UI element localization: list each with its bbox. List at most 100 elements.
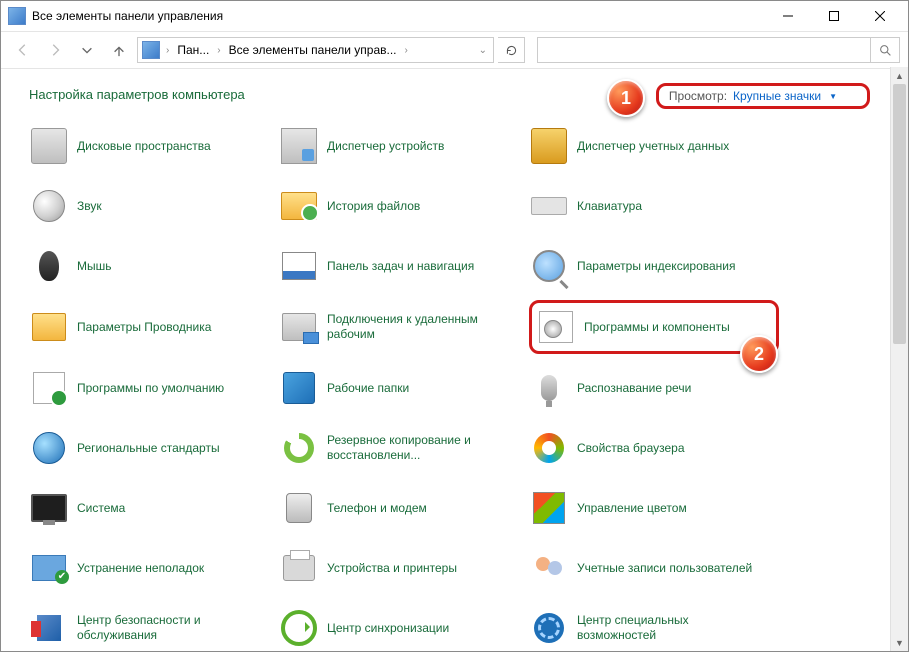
control-panel-item[interactable]: Свойства браузера bbox=[529, 422, 779, 474]
view-label: Просмотр: bbox=[669, 89, 727, 103]
ico-system-icon bbox=[31, 490, 67, 526]
control-panel-item[interactable]: Диспетчер устройств bbox=[279, 120, 529, 172]
item-label: Диспетчер учетных данных bbox=[577, 139, 729, 154]
ico-color-icon bbox=[531, 490, 567, 526]
control-panel-item[interactable]: Дисковые пространства bbox=[29, 120, 279, 172]
item-label: Региональные стандарты bbox=[77, 441, 220, 456]
navbar: › Пан... › Все элементы панели управ... … bbox=[1, 32, 908, 69]
breadcrumb-segment[interactable]: Пан... bbox=[175, 43, 211, 57]
item-label: Диспетчер устройств bbox=[327, 139, 444, 154]
item-label: Мышь bbox=[77, 259, 112, 274]
item-label: Параметры Проводника bbox=[77, 320, 211, 335]
window-title: Все элементы панели управления bbox=[32, 9, 765, 23]
ico-backup-icon bbox=[281, 430, 317, 466]
content-area: Настройка параметров компьютера Просмотр… bbox=[1, 69, 908, 651]
search-input[interactable] bbox=[537, 37, 871, 63]
item-label: Распознавание речи bbox=[577, 381, 691, 396]
ico-users-icon bbox=[531, 550, 567, 586]
ico-security-icon bbox=[31, 610, 67, 646]
control-panel-item[interactable]: Параметры индексирования bbox=[529, 240, 779, 292]
ico-sync-icon bbox=[281, 610, 317, 646]
control-panel-item[interactable]: Учетные записи пользователей bbox=[529, 542, 779, 594]
titlebar: Все элементы панели управления bbox=[1, 1, 908, 32]
scroll-down-button[interactable]: ▼ bbox=[891, 634, 908, 651]
ico-remote-icon bbox=[281, 309, 317, 345]
control-panel-item[interactable]: Управление цветом bbox=[529, 482, 779, 534]
control-panel-item[interactable]: Телефон и модем bbox=[279, 482, 529, 534]
control-panel-item[interactable]: Региональные стандарты bbox=[29, 422, 279, 474]
item-label: Программы и компоненты bbox=[584, 320, 730, 335]
ico-taskbar-icon bbox=[281, 248, 317, 284]
chevron-down-icon: ▼ bbox=[829, 92, 837, 101]
item-label: Звук bbox=[77, 199, 102, 214]
control-panel-item[interactable]: Программы по умолчанию bbox=[29, 362, 279, 414]
item-label: Устранение неполадок bbox=[77, 561, 204, 576]
ico-folder-icon bbox=[281, 188, 317, 224]
recent-locations-button[interactable] bbox=[73, 36, 101, 64]
search-button[interactable] bbox=[871, 37, 900, 63]
control-panel-item[interactable]: Звук bbox=[29, 180, 279, 232]
ico-sound-icon bbox=[31, 188, 67, 224]
ico-phone-icon bbox=[281, 490, 317, 526]
address-bar[interactable]: › Пан... › Все элементы панели управ... … bbox=[137, 37, 494, 63]
breadcrumb-segment[interactable]: Все элементы панели управ... bbox=[227, 43, 399, 57]
item-label: Резервное копирование и восстановлени... bbox=[327, 433, 507, 463]
ico-disk-icon bbox=[31, 128, 67, 164]
ico-keyboard-icon bbox=[531, 188, 567, 224]
control-panel-item[interactable]: Центр синхронизации bbox=[279, 602, 529, 652]
scroll-up-button[interactable]: ▲ bbox=[891, 67, 908, 84]
minimize-button[interactable] bbox=[765, 1, 811, 31]
item-label: Свойства браузера bbox=[577, 441, 685, 456]
control-panel-item[interactable]: Распознавание речи bbox=[529, 362, 779, 414]
view-selector[interactable]: Просмотр: Крупные значки ▼ bbox=[656, 83, 870, 109]
ico-explorer-icon bbox=[31, 309, 67, 345]
control-panel-item[interactable]: Мышь bbox=[29, 240, 279, 292]
item-label: Устройства и принтеры bbox=[327, 561, 457, 576]
back-button[interactable] bbox=[9, 36, 37, 64]
control-panel-item[interactable]: Резервное копирование и восстановлени... bbox=[279, 422, 529, 474]
control-panel-item[interactable]: Устройства и принтеры bbox=[279, 542, 529, 594]
app-icon bbox=[8, 7, 26, 25]
close-button[interactable] bbox=[857, 1, 903, 31]
control-panel-item[interactable]: История файлов bbox=[279, 180, 529, 232]
item-label: Рабочие папки bbox=[327, 381, 409, 396]
item-label: Программы по умолчанию bbox=[77, 381, 224, 396]
ico-workfolders-icon bbox=[281, 370, 317, 406]
control-panel-item[interactable]: Система bbox=[29, 482, 279, 534]
ico-mouse-icon bbox=[31, 248, 67, 284]
ico-printers-icon bbox=[281, 550, 317, 586]
ico-access-icon bbox=[531, 610, 567, 646]
ico-region-icon bbox=[31, 430, 67, 466]
control-panel-item[interactable]: Параметры Проводника bbox=[29, 300, 279, 354]
control-panel-item[interactable]: Центр безопасности и обслуживания bbox=[29, 602, 279, 652]
item-label: Панель задач и навигация bbox=[327, 259, 474, 274]
breadcrumb-icon bbox=[142, 41, 160, 59]
forward-button[interactable] bbox=[41, 36, 69, 64]
refresh-button[interactable] bbox=[498, 37, 525, 63]
up-button[interactable] bbox=[105, 36, 133, 64]
annotation-marker-2: 2 bbox=[740, 335, 778, 373]
maximize-button[interactable] bbox=[811, 1, 857, 31]
annotation-marker-1: 1 bbox=[607, 79, 645, 117]
ico-creds-icon bbox=[531, 128, 567, 164]
ico-browser-icon bbox=[531, 430, 567, 466]
control-panel-item[interactable]: Рабочие папки bbox=[279, 362, 529, 414]
control-panel-item[interactable]: Диспетчер учетных данных bbox=[529, 120, 779, 172]
control-panel-item[interactable]: Панель задач и навигация bbox=[279, 240, 529, 292]
control-panel-window: Все элементы панели управления › Пан... … bbox=[0, 0, 909, 652]
chevron-down-icon[interactable]: ⌄ bbox=[477, 45, 489, 56]
item-label: Параметры индексирования bbox=[577, 259, 735, 274]
item-label: Учетные записи пользователей bbox=[577, 561, 752, 576]
ico-troubleshoot-icon bbox=[31, 550, 67, 586]
vertical-scrollbar[interactable]: ▲ ▼ bbox=[890, 67, 908, 651]
control-panel-item[interactable]: Подключения к удаленным рабочим bbox=[279, 300, 529, 354]
item-label: Подключения к удаленным рабочим bbox=[327, 312, 507, 342]
control-panel-item[interactable]: Устранение неполадок bbox=[29, 542, 279, 594]
ico-index-icon bbox=[531, 248, 567, 284]
item-label: Управление цветом bbox=[577, 501, 687, 516]
ico-speech-icon bbox=[531, 370, 567, 406]
control-panel-item[interactable]: Центр специальных возможностей bbox=[529, 602, 779, 652]
scroll-thumb[interactable] bbox=[893, 84, 906, 344]
control-panel-item[interactable]: Клавиатура bbox=[529, 180, 779, 232]
item-label: Клавиатура bbox=[577, 199, 642, 214]
